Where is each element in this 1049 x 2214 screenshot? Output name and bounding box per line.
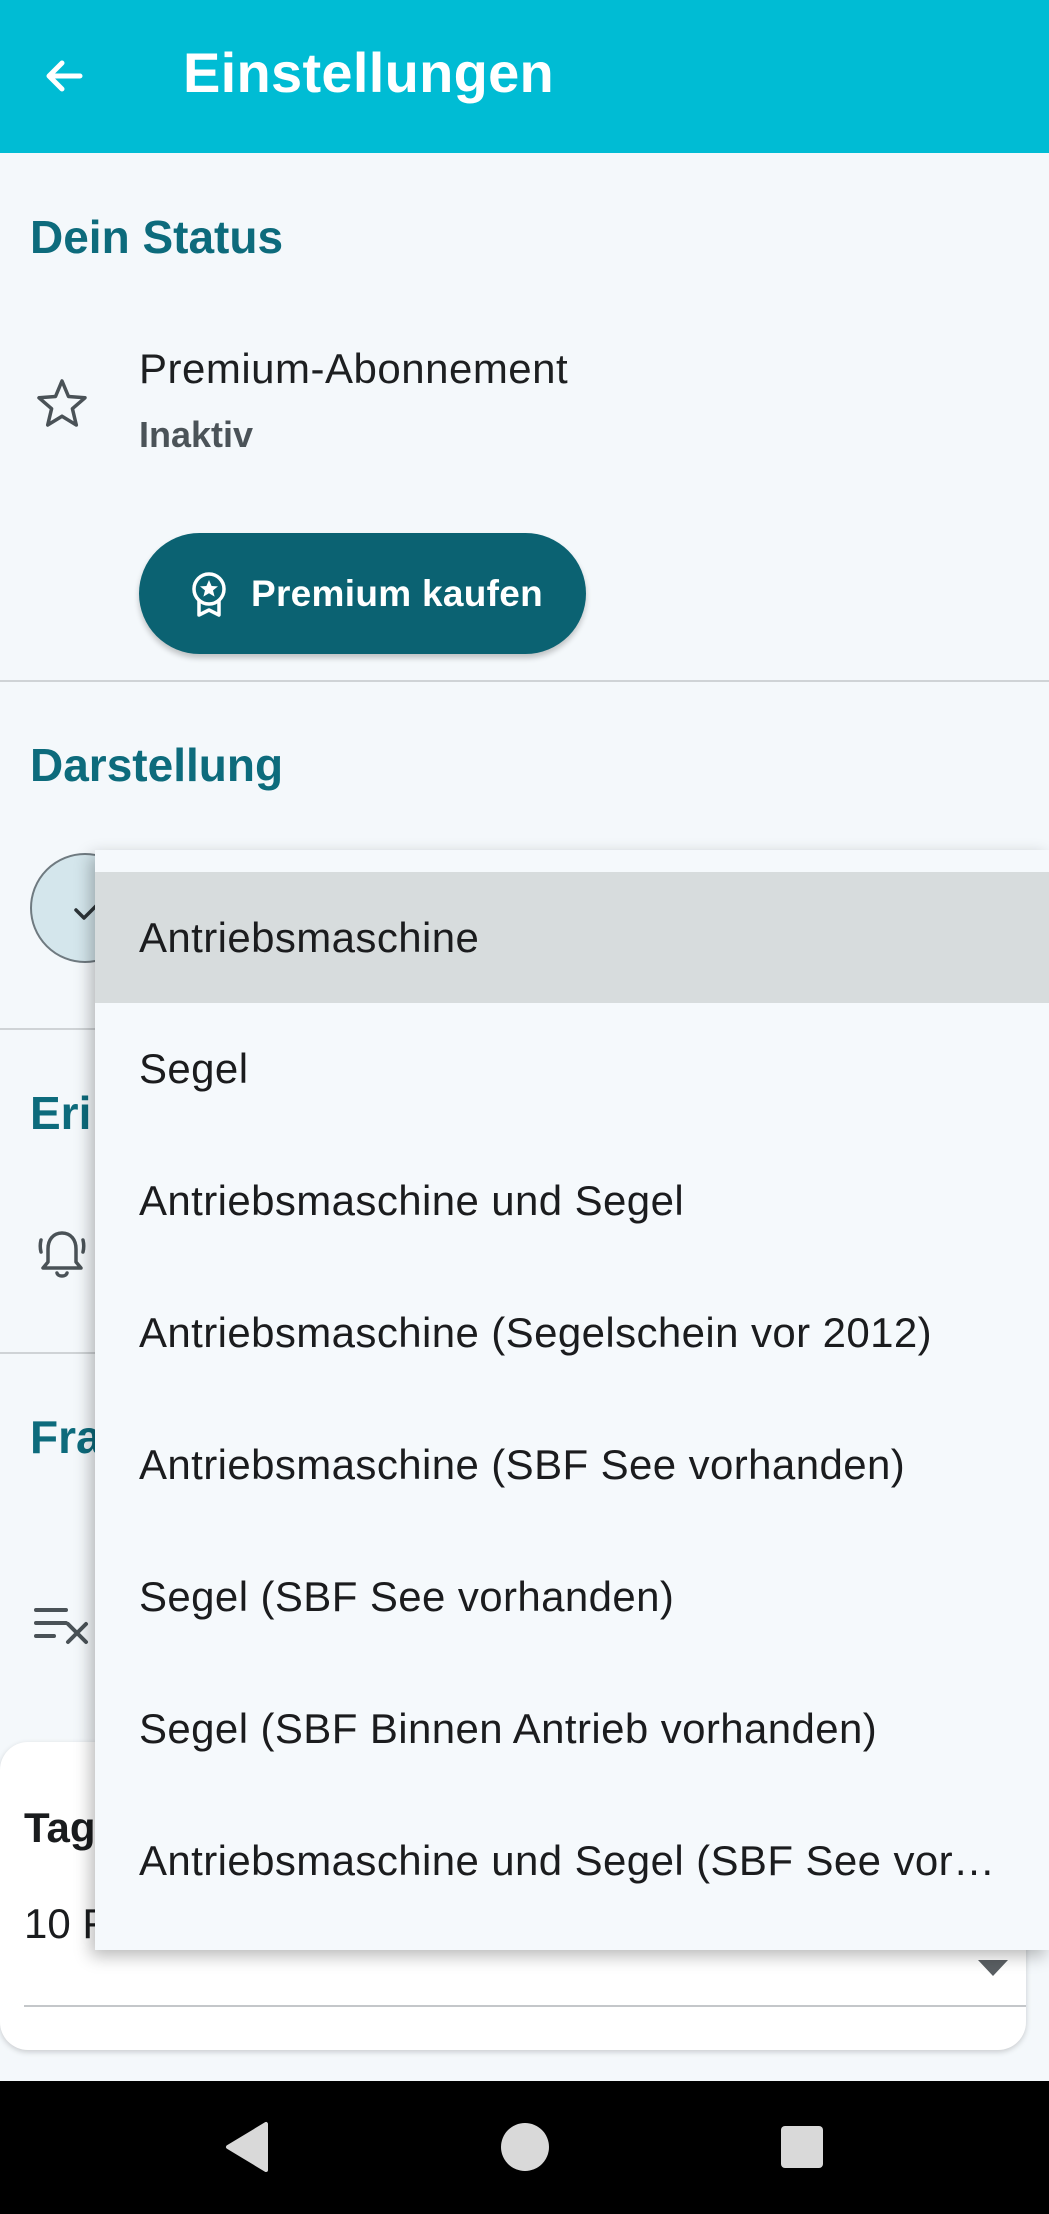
star-icon bbox=[30, 372, 94, 436]
dropdown-option[interactable]: Antriebsmaschine (SBF See vorhanden) bbox=[95, 1399, 1049, 1530]
premium-badge-icon bbox=[192, 571, 226, 617]
premium-status-value: Inaktiv bbox=[139, 414, 254, 455]
arrow-back-icon bbox=[46, 60, 83, 92]
dropdown-option[interactable]: Segel (SBF Binnen Antrieb vorhanden) bbox=[95, 1663, 1049, 1794]
divider bbox=[0, 680, 1049, 682]
buy-premium-button[interactable]: Premium kaufen bbox=[139, 533, 586, 654]
dropdown-arrow-icon[interactable] bbox=[978, 1960, 1008, 1976]
bell-alert-icon bbox=[30, 1222, 94, 1286]
display-section-title: Darstellung bbox=[30, 739, 284, 791]
dropdown-option[interactable]: Segel bbox=[95, 1003, 1049, 1134]
system-navigation-bar bbox=[0, 2081, 1049, 2214]
app-bar: Einstellungen bbox=[0, 0, 1049, 153]
dropdown-option[interactable]: Antriebsmaschine und Segel bbox=[95, 1135, 1049, 1266]
questions-section-title: Fra bbox=[30, 1411, 102, 1463]
dropdown-option[interactable]: Antriebsmaschine (Segelschein vor 2012) bbox=[95, 1267, 1049, 1398]
back-button[interactable] bbox=[32, 44, 96, 108]
playlist-remove-icon bbox=[30, 1592, 94, 1656]
nav-back-icon[interactable] bbox=[214, 2114, 280, 2180]
nav-recents-icon[interactable] bbox=[769, 2114, 835, 2180]
reminder-section-title: Eri bbox=[30, 1087, 92, 1139]
premium-subscription-label: Premium-Abonnement bbox=[139, 345, 569, 392]
dropdown-option[interactable]: Segel (SBF See vorhanden) bbox=[95, 1531, 1049, 1662]
select-underline bbox=[24, 2005, 1026, 2007]
status-section-title: Dein Status bbox=[30, 211, 284, 263]
dropdown-option[interactable]: Antriebsmaschine und Segel (SBF See vorh… bbox=[95, 1795, 1049, 1926]
license-type-dropdown-menu: Antriebsmaschine Segel Antriebsmaschine … bbox=[95, 850, 1049, 1950]
dropdown-option[interactable]: Antriebsmaschine bbox=[95, 872, 1049, 1003]
daily-questions-label: Tag bbox=[24, 1804, 96, 1851]
page-title: Einstellungen bbox=[183, 41, 555, 104]
nav-home-icon[interactable] bbox=[492, 2114, 558, 2180]
buy-premium-label: Premium kaufen bbox=[251, 572, 544, 614]
